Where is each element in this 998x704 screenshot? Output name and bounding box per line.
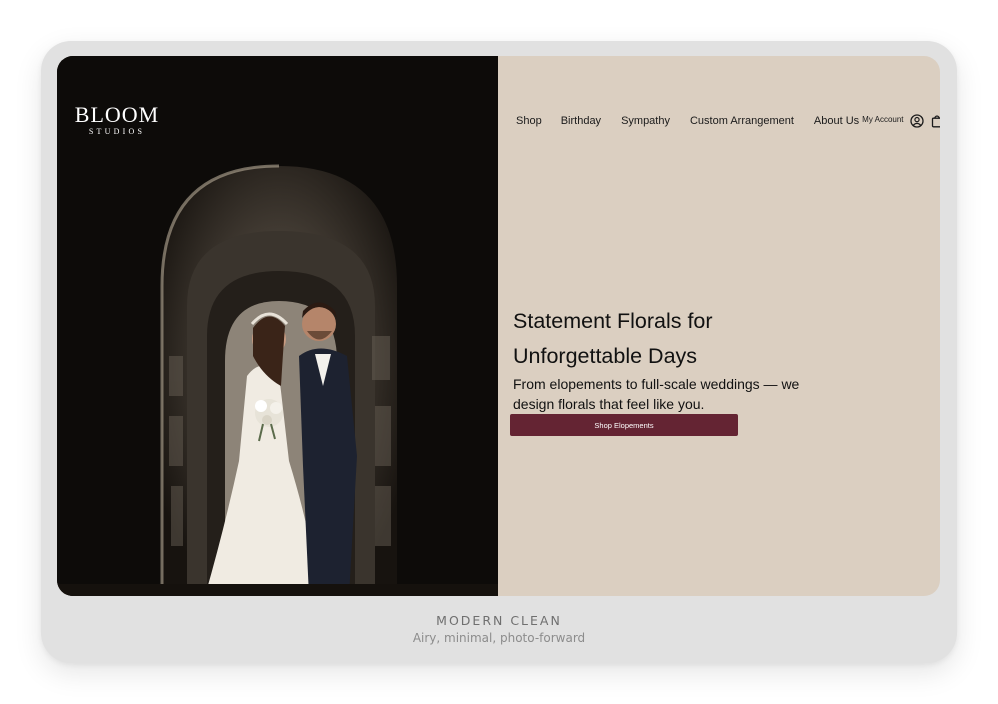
brand-logo[interactable]: BLOOM STUDIOS <box>71 104 163 137</box>
hero-title: Statement Florals for Unforgettable Days <box>513 309 713 368</box>
brand-name: BLOOM <box>74 102 160 127</box>
hero-photo: BLOOM STUDIOS <box>57 56 498 596</box>
my-account-link[interactable]: My Account <box>862 115 903 124</box>
main-nav: Shop Birthday Sympathy Custom Arrangemen… <box>516 114 940 128</box>
website-screen: BLOOM STUDIOS Shop Birthday Sympathy Cus… <box>57 56 940 596</box>
style-caption-subtitle: Airy, minimal, photo-forward <box>412 631 586 645</box>
nav-item-sympathy[interactable]: Sympathy <box>621 115 670 127</box>
style-caption-title: MODERN CLEAN <box>436 613 562 628</box>
nav-item-custom-arrangement[interactable]: Custom Arrangement <box>690 115 794 127</box>
shopping-bag-icon[interactable] <box>930 114 940 128</box>
nav-item-birthday[interactable]: Birthday <box>561 115 601 127</box>
nav-item-about-us[interactable]: About Us <box>814 115 859 127</box>
nav-item-shop[interactable]: Shop <box>516 115 542 127</box>
wedding-couple-illustration <box>57 56 498 596</box>
brand-tagline: STUDIOS <box>88 127 146 136</box>
user-circle-icon[interactable] <box>909 114 924 128</box>
shop-elopements-button[interactable]: Shop Elopements <box>510 414 738 436</box>
hero-content: Statement Florals for Unforgettable Days… <box>513 304 813 414</box>
hero-subtitle: From elopements to full-scale weddings —… <box>513 376 800 412</box>
